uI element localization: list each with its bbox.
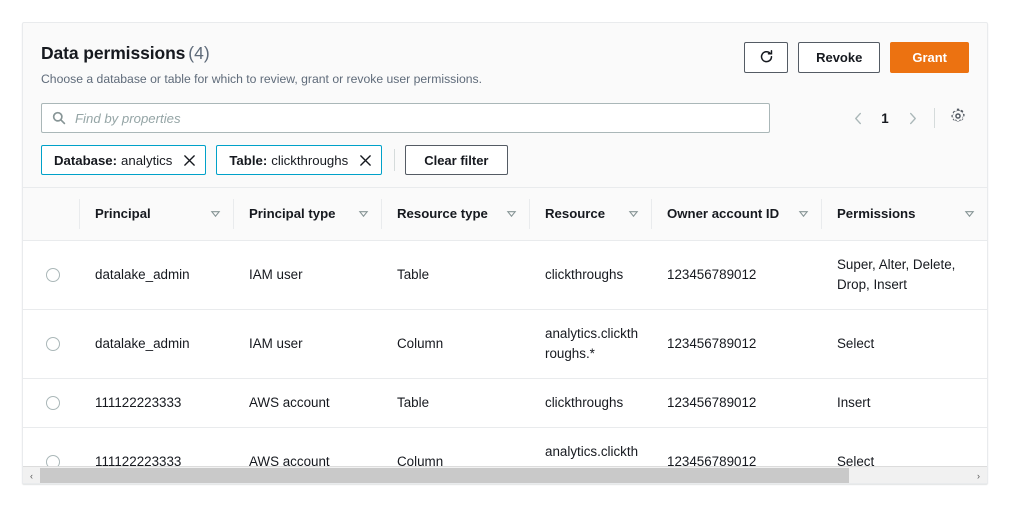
sort-icon-owner-account-id[interactable] [798,208,809,219]
filter-chip-table[interactable]: Table: clickthroughs [216,145,382,175]
table-row[interactable]: 111122223333 AWS account Table clickthro… [23,378,987,427]
table-header-row: Principal Principal type [23,188,987,240]
row-radio-button[interactable] [46,268,60,282]
header-principal-type-label: Principal type [249,206,335,221]
chip-value-table: clickthroughs [271,153,348,168]
header-owner-account-id[interactable]: Owner account ID [651,188,821,240]
cell-resource-type: Table [381,378,529,427]
prev-page-button[interactable] [844,104,872,132]
table-head: Principal Principal type [23,188,987,240]
header-principal[interactable]: Principal [79,188,233,240]
chip-key-database: Database: [54,153,117,168]
cell-owner-account-id: 123456789012 [651,309,821,378]
table-row[interactable]: datalake_admin IAM user Column analytics… [23,309,987,378]
row-radio-button[interactable] [46,337,60,351]
sort-icon-principal-type[interactable] [358,208,369,219]
cell-principal: datalake_admin [79,309,233,378]
header-resource-type[interactable]: Resource type [381,188,529,240]
refresh-button[interactable] [744,42,788,73]
row-radio-button[interactable] [46,396,60,410]
search-row: 1 [41,103,971,133]
cell-resource: clickthroughs [529,240,651,309]
page-subtitle: Choose a database or table for which to … [41,72,482,86]
cell-resource-type: Table [381,240,529,309]
revoke-button[interactable]: Revoke [798,42,880,73]
page-title: Data permissions [41,43,185,63]
header-actions: Revoke Grant [744,42,969,73]
clear-filter-button[interactable]: Clear filter [405,145,507,175]
row-select-cell[interactable] [23,378,79,427]
page-root: Data permissions(4) Choose a database or… [0,0,1010,506]
chip-value-database: analytics [121,153,172,168]
header-resource-label: Resource [545,206,605,221]
data-permissions-card: Data permissions(4) Choose a database or… [22,22,988,484]
scrollbar-thumb[interactable] [40,468,849,483]
header-resource-type-label: Resource type [397,206,488,221]
sort-icon-principal[interactable] [210,208,221,219]
header-select-column [23,188,79,240]
header-principal-type[interactable]: Principal type [233,188,381,240]
refresh-icon [759,49,774,67]
card-header: Data permissions(4) Choose a database or… [23,23,987,87]
chip-key-table: Table: [229,153,267,168]
cell-principal-type: AWS account [233,378,381,427]
cell-principal: 111122223333 [79,378,233,427]
cell-principal-type: IAM user [233,309,381,378]
cell-resource: clickthroughs [529,378,651,427]
header-owner-account-id-label: Owner account ID [667,206,779,221]
scroll-left-button[interactable]: ‹ [23,467,40,484]
header-permissions[interactable]: Permissions [821,188,987,240]
next-page-button[interactable] [898,104,926,132]
table-body: datalake_admin IAM user Table clickthrou… [23,240,987,484]
scrollbar-track[interactable] [40,467,970,484]
table-settings-button[interactable] [945,105,971,131]
pagination-divider [934,108,935,128]
cell-permissions: Insert [821,378,987,427]
chip-divider [394,149,395,171]
remove-database-filter-icon[interactable] [183,154,196,167]
cell-owner-account-id: 123456789012 [651,240,821,309]
header-principal-label: Principal [95,206,151,221]
scroll-right-button[interactable]: › [970,467,987,484]
search-box[interactable] [41,103,770,133]
header-permissions-label: Permissions [837,206,915,221]
cell-resource: analytics.clickthroughs.* [529,309,651,378]
item-count: (4) [188,43,209,63]
horizontal-scrollbar[interactable]: ‹ › [23,466,987,484]
sort-icon-resource[interactable] [628,208,639,219]
header-resource[interactable]: Resource [529,188,651,240]
cell-owner-account-id: 123456789012 [651,378,821,427]
table-row[interactable]: datalake_admin IAM user Table clickthrou… [23,240,987,309]
pagination: 1 [844,103,971,133]
row-select-cell[interactable] [23,309,79,378]
permissions-table-container: Principal Principal type [23,187,987,484]
cell-resource-type: Column [381,309,529,378]
remove-table-filter-icon[interactable] [359,154,372,167]
cell-permissions: Super, Alter, Delete, Drop, Insert [821,240,987,309]
grant-button[interactable]: Grant [890,42,969,73]
row-select-cell[interactable] [23,240,79,309]
search-input[interactable] [75,105,769,131]
title-block: Data permissions(4) [41,43,210,64]
cell-principal: datalake_admin [79,240,233,309]
cell-principal-type: IAM user [233,240,381,309]
sort-icon-permissions[interactable] [964,208,975,219]
filter-chip-database[interactable]: Database: analytics [41,145,206,175]
gear-icon [950,108,966,129]
cell-permissions: Select [821,309,987,378]
filter-chip-row: Database: analytics Table: clickthroughs [41,145,508,175]
search-icon [52,111,66,125]
sort-icon-resource-type[interactable] [506,208,517,219]
page-number-1[interactable]: 1 [874,111,896,126]
permissions-table: Principal Principal type [23,188,987,484]
